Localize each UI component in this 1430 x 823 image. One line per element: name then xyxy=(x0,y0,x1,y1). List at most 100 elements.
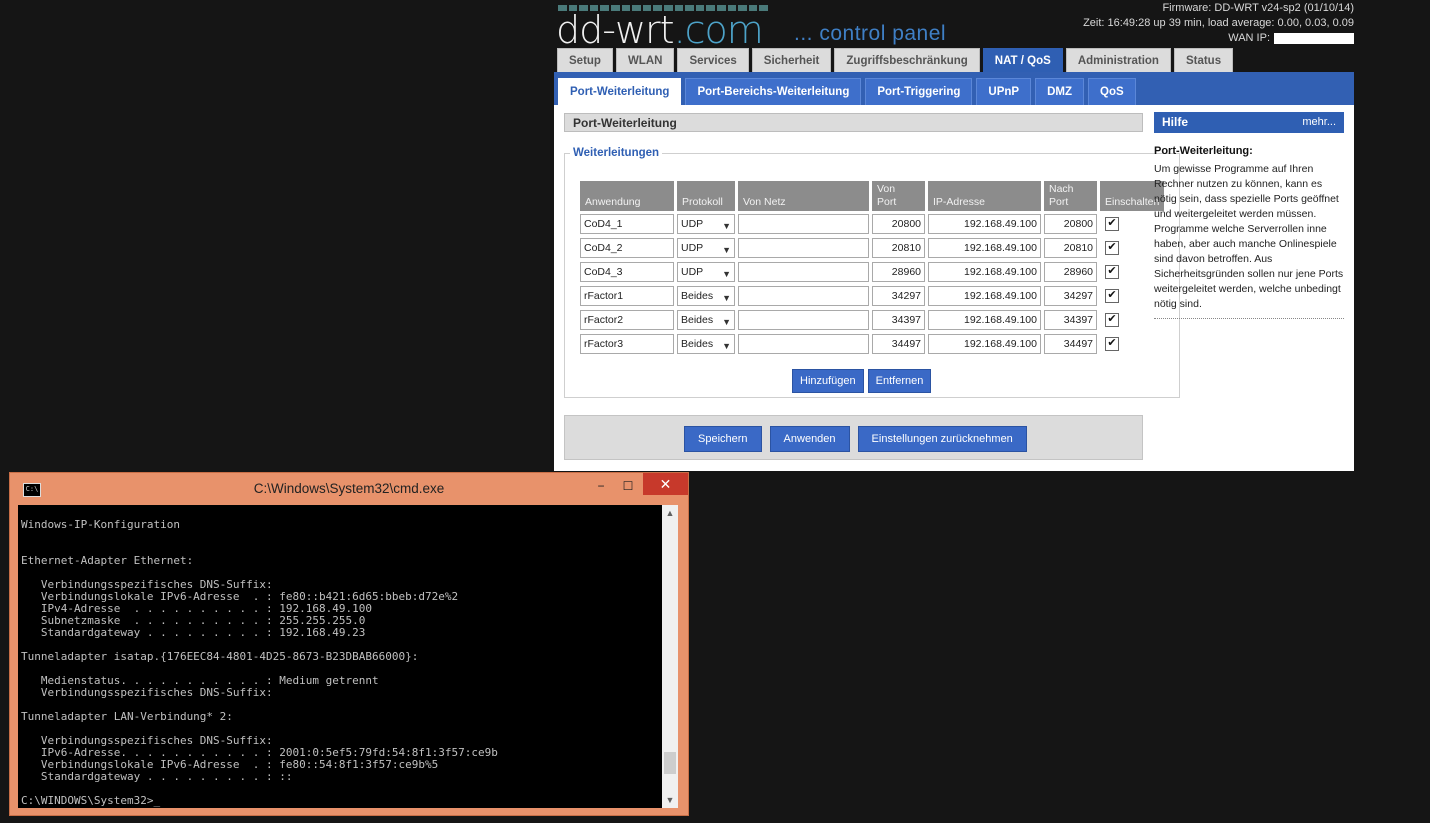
ip-address-input[interactable]: 192.168.49.100 xyxy=(928,310,1041,330)
remove-button[interactable]: Entfernen xyxy=(867,369,932,393)
help-divider xyxy=(1154,318,1344,319)
protocol-select[interactable]: UDP ▼ xyxy=(677,238,735,258)
tab-status[interactable]: Status xyxy=(1173,48,1234,72)
ip-address-input[interactable]: 192.168.49.100 xyxy=(928,262,1041,282)
scroll-thumb[interactable] xyxy=(664,752,676,774)
source-net-input[interactable] xyxy=(738,286,869,306)
ip-address-input[interactable]: 192.168.49.100 xyxy=(928,238,1041,258)
source-net-input[interactable] xyxy=(738,262,869,282)
tab-zugriffsbeschraenkung[interactable]: Zugriffsbeschränkung xyxy=(834,48,980,72)
apply-button[interactable]: Anwenden xyxy=(769,426,850,452)
save-button[interactable]: Speichern xyxy=(684,426,762,452)
protocol-value: UDP xyxy=(681,242,704,254)
protocol-select[interactable]: Beides ▼ xyxy=(677,286,735,306)
col-nach-port: Nach Port xyxy=(1044,181,1097,211)
subtab-port-triggering[interactable]: Port-Triggering xyxy=(865,78,973,106)
maximize-icon[interactable]: ☐ xyxy=(615,476,641,496)
enable-checkbox[interactable]: ✔ xyxy=(1105,337,1119,351)
close-icon[interactable]: ✕ xyxy=(643,473,688,495)
ip-address-input[interactable]: 192.168.49.100 xyxy=(928,334,1041,354)
scroll-down-icon[interactable]: ▼ xyxy=(662,792,678,808)
from-port-input[interactable]: 28960 xyxy=(872,262,925,282)
protocol-value: UDP xyxy=(681,266,704,278)
cmd-titlebar[interactable]: C:\ C:\Windows\System32\cmd.exe − ☐ ✕ xyxy=(10,473,688,504)
main-content: Port-Weiterleitung Weiterleitungen Anwen… xyxy=(554,105,1354,471)
source-net-input[interactable] xyxy=(738,334,869,354)
to-port-input[interactable]: 34397 xyxy=(1044,310,1097,330)
to-port-input[interactable]: 20810 xyxy=(1044,238,1097,258)
action-bar: Speichern Anwenden Einstellungen zurückn… xyxy=(564,415,1143,460)
to-port-input[interactable]: 34497 xyxy=(1044,334,1097,354)
help-title: Hilfe xyxy=(1162,115,1189,129)
help-panel: Hilfe mehr... Port-Weiterleitung: Um gew… xyxy=(1154,112,1344,319)
app-name-input[interactable]: rFactor2 xyxy=(580,310,674,330)
wan-ip: WAN IP: xyxy=(1083,31,1354,46)
scroll-up-icon[interactable]: ▲ xyxy=(662,505,678,521)
tab-setup[interactable]: Setup xyxy=(557,48,613,72)
from-port-input[interactable]: 20810 xyxy=(872,238,925,258)
tab-services[interactable]: Services xyxy=(677,48,749,72)
enable-checkbox[interactable]: ✔ xyxy=(1105,241,1119,255)
source-net-input[interactable] xyxy=(738,214,869,234)
to-port-input[interactable]: 34297 xyxy=(1044,286,1097,306)
enable-checkbox[interactable]: ✔ xyxy=(1105,217,1119,231)
logo-text: dd-wrt xyxy=(556,8,675,52)
help-more-link[interactable]: mehr... xyxy=(1302,112,1336,133)
logo-dotcom: .com xyxy=(673,8,764,52)
app-name-input[interactable]: CoD4_3 xyxy=(580,262,674,282)
table-header: Anwendung Protokoll Von Netz Von Port IP-… xyxy=(580,181,1165,211)
subtab-upnp[interactable]: UPnP xyxy=(976,78,1032,106)
row-buttons: Hinzufügen Entfernen xyxy=(792,369,932,393)
ip-address-input[interactable]: 192.168.49.100 xyxy=(928,286,1041,306)
enable-checkbox[interactable]: ✔ xyxy=(1105,313,1119,327)
source-net-input[interactable] xyxy=(738,310,869,330)
subtab-dmz[interactable]: DMZ xyxy=(1035,78,1084,106)
ip-address-input[interactable]: 192.168.49.100 xyxy=(928,214,1041,234)
console-output: Windows-IP-Konfiguration Ethernet-Adapte… xyxy=(21,518,498,807)
reset-settings-button[interactable]: Einstellungen zurücknehmen xyxy=(857,426,1027,452)
console-output-area[interactable]: Windows-IP-Konfiguration Ethernet-Adapte… xyxy=(18,505,662,808)
wan-ip-redacted xyxy=(1274,32,1354,44)
vertical-scrollbar[interactable]: ▲ ▼ xyxy=(662,505,678,808)
uptime: Zeit: 16:49:28 up 39 min, load average: … xyxy=(1083,17,1354,29)
from-port-input[interactable]: 34497 xyxy=(872,334,925,354)
protocol-select[interactable]: UDP ▼ xyxy=(677,262,735,282)
table-row: rFactor2 Beides ▼ 34397 192.168.49.100 34… xyxy=(580,307,1164,331)
section-title: Port-Weiterleitung xyxy=(564,113,1143,132)
app-name-input[interactable]: rFactor3 xyxy=(580,334,674,354)
from-port-input[interactable]: 20800 xyxy=(872,214,925,234)
from-port-input[interactable]: 34297 xyxy=(872,286,925,306)
chevron-down-icon: ▼ xyxy=(722,269,731,279)
help-header: Hilfe mehr... xyxy=(1154,112,1344,133)
subtab-qos[interactable]: QoS xyxy=(1088,78,1136,106)
app-name-input[interactable]: rFactor1 xyxy=(580,286,674,306)
minimize-icon[interactable]: − xyxy=(588,476,614,496)
col-von-port: Von Port xyxy=(872,181,925,211)
chevron-down-icon: ▼ xyxy=(722,341,731,351)
tab-administration[interactable]: Administration xyxy=(1065,48,1171,72)
table-row: CoD4_2 UDP ▼ 20810 192.168.49.100 20810 ✔ xyxy=(580,235,1164,259)
protocol-select[interactable]: Beides ▼ xyxy=(677,334,735,354)
app-name-input[interactable]: CoD4_1 xyxy=(580,214,674,234)
protocol-select[interactable]: Beides ▼ xyxy=(677,310,735,330)
chevron-down-icon: ▼ xyxy=(722,245,731,255)
app-name-input[interactable]: CoD4_2 xyxy=(580,238,674,258)
from-port-input[interactable]: 34397 xyxy=(872,310,925,330)
protocol-select[interactable]: UDP ▼ xyxy=(677,214,735,234)
add-button[interactable]: Hinzufügen xyxy=(792,369,864,393)
tab-wlan[interactable]: WLAN xyxy=(615,48,675,72)
protocol-value: UDP xyxy=(681,218,704,230)
enable-checkbox[interactable]: ✔ xyxy=(1105,289,1119,303)
col-von-port-line1: Von xyxy=(877,183,896,195)
to-port-input[interactable]: 28960 xyxy=(1044,262,1097,282)
col-ip-adresse: IP-Adresse xyxy=(928,181,1041,211)
source-net-input[interactable] xyxy=(738,238,869,258)
protocol-value: Beides xyxy=(681,314,714,326)
to-port-input[interactable]: 20800 xyxy=(1044,214,1097,234)
enable-checkbox[interactable]: ✔ xyxy=(1105,265,1119,279)
tab-nat-qos[interactable]: NAT / QoS xyxy=(982,48,1063,72)
tab-sicherheit[interactable]: Sicherheit xyxy=(751,48,832,72)
col-protokoll: Protokoll xyxy=(677,181,735,211)
subtab-port-bereichs-weiterleitung[interactable]: Port-Bereichs-Weiterleitung xyxy=(685,78,862,106)
subtab-port-weiterleitung[interactable]: Port-Weiterleitung xyxy=(558,78,682,106)
